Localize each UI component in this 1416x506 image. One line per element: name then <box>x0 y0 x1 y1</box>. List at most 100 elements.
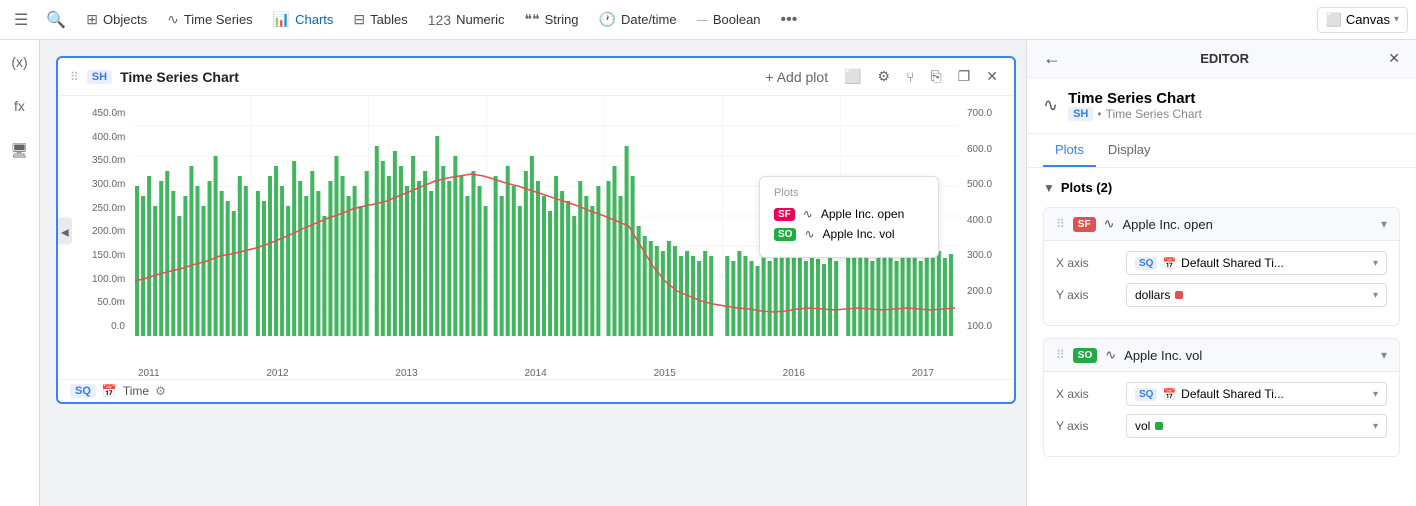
y-right-label-6: 100.0 <box>967 321 1006 332</box>
plot-open-xaxis-dropdown[interactable]: ▾ <box>1373 258 1378 269</box>
x-label-2011: 2011 <box>138 368 160 379</box>
tables-icon: ⊟ <box>353 11 365 28</box>
sidebar-display-icon[interactable]: 🖥 <box>5 136 35 165</box>
plot-vol-line-icon: ∿ <box>1105 347 1116 363</box>
y-left-label-5: 200.0m <box>92 226 125 237</box>
y-left-label-9: 0.0 <box>92 321 125 332</box>
layout-icon[interactable]: ⬜ <box>840 66 865 87</box>
plot-open-xaxis-row: X axis SQ 📅 Default Shared Ti... ▾ <box>1056 251 1387 275</box>
main-content: (x) fx 🖥 ⠿ SH Time Series Chart + Add pl… <box>0 40 1416 506</box>
canvas-dropdown[interactable]: ⬜ Canvas ▾ <box>1317 7 1408 33</box>
plot-open-sq-badge: SQ <box>1135 257 1157 270</box>
tab-display[interactable]: Display <box>1096 134 1163 167</box>
nav-numeric[interactable]: 123 Numeric <box>420 8 513 32</box>
nav-boolean[interactable]: ⏤ Boolean <box>689 7 769 32</box>
x-label-2012: 2012 <box>266 368 288 379</box>
sidebar-variables-icon[interactable]: (x) <box>5 48 33 76</box>
plot-open-calendar-icon: 📅 <box>1162 257 1176 270</box>
plot-vol-xaxis-dropdown[interactable]: ▾ <box>1373 389 1378 400</box>
sidebar-function-icon[interactable]: fx <box>8 92 31 120</box>
plot-vol-yaxis-value[interactable]: vol ▾ <box>1126 414 1387 438</box>
y-right-label-3: 400.0 <box>967 215 1006 226</box>
plot-open-yaxis-value[interactable]: dollars ▾ <box>1126 283 1387 307</box>
chart-title: Time Series Chart <box>120 69 239 85</box>
x-label-2015: 2015 <box>654 368 676 379</box>
plot-open-yaxis-label: Y axis <box>1056 288 1126 302</box>
plot-card-open-header: ⠿ SF ∿ Apple Inc. open ▾ <box>1044 208 1399 241</box>
y-left-label-4: 250.0m <box>92 203 125 214</box>
y-left-label-2: 350.0m <box>92 155 125 166</box>
plot-open-xaxis-text: Default Shared Ti... <box>1181 256 1284 270</box>
plot-vol-yaxis-row: Y axis vol ▾ <box>1056 414 1387 438</box>
plot-open-name: Apple Inc. open <box>1122 217 1212 232</box>
layers-icon[interactable]: ❐ <box>954 66 975 87</box>
boolean-icon: ⏤ <box>697 11 708 28</box>
nav-datetime[interactable]: 🕐 Date/time <box>591 7 685 32</box>
plot-open-expand-icon[interactable]: ▾ <box>1381 217 1387 231</box>
chart-body: vol 450.0m 400.0m 350.0m 300.0m 250.0m 2… <box>58 96 1014 366</box>
nav-objects[interactable]: ⊞ Objects <box>78 7 155 32</box>
section-chevron-icon: ▼ <box>1043 181 1055 195</box>
y-axis-right: 700.0 600.0 500.0 400.0 300.0 200.0 100.… <box>959 96 1014 366</box>
plot-vol-drag-handle[interactable]: ⠿ <box>1056 348 1065 362</box>
plot-open-yaxis-dropdown[interactable]: ▾ <box>1373 290 1378 301</box>
add-plot-button[interactable]: + Add plot <box>761 67 832 87</box>
drag-handle-icon[interactable]: ⠿ <box>70 70 79 84</box>
copy-icon[interactable]: ⎘ <box>927 66 946 87</box>
collapse-left-button[interactable]: ◀ <box>58 218 72 245</box>
plot-so-badge: SO <box>1073 348 1097 363</box>
right-panel: ← EDITOR ✕ ∿ Time Series Chart SH • Time… <box>1026 40 1416 506</box>
plots-section-header[interactable]: ▼ Plots (2) <box>1043 180 1400 195</box>
string-icon: ❝❝ <box>525 11 540 28</box>
panel-chart-title: Time Series Chart <box>1068 90 1202 107</box>
plot-open-color-dot <box>1175 291 1183 299</box>
nav-charts[interactable]: 📊 Charts <box>265 7 342 32</box>
plot-vol-xaxis-row: X axis SQ 📅 Default Shared Ti... ▾ <box>1056 382 1387 406</box>
timeseries-icon: ∿ <box>167 11 179 28</box>
plot-vol-expand-icon[interactable]: ▾ <box>1381 348 1387 362</box>
panel-tabs: Plots Display <box>1027 134 1416 168</box>
chart-area[interactable]: Plots SF ∿ Apple Inc. open SO ∿ Apple In… <box>133 96 959 366</box>
plots-section-title: Plots (2) <box>1061 180 1112 195</box>
plot-vol-sq-badge: SQ <box>1135 388 1157 401</box>
nav-string[interactable]: ❝❝ String <box>517 7 587 32</box>
nav-tables[interactable]: ⊟ Tables <box>345 7 415 32</box>
nav-more[interactable]: ••• <box>773 7 806 33</box>
close-chart-icon[interactable]: ✕ <box>982 66 1002 87</box>
plot-vol-yaxis-dropdown[interactable]: ▾ <box>1373 421 1378 432</box>
bottom-settings-icon[interactable]: ⚙ <box>155 384 166 398</box>
legend-open-label: Apple Inc. open <box>821 207 904 221</box>
panel-sh-badge: SH <box>1068 107 1093 121</box>
y-right-label-4: 300.0 <box>967 250 1006 261</box>
chart-sh-badge: SH <box>87 70 112 84</box>
plot-card-vol: ⠿ SO ∿ Apple Inc. vol ▾ X axis SQ 📅 Defa… <box>1043 338 1400 457</box>
panel-close-button[interactable]: ✕ <box>1388 50 1400 67</box>
plot-vol-calendar-icon: 📅 <box>1162 388 1176 401</box>
panel-subtitle: Time Series Chart <box>1106 107 1202 121</box>
y-right-label-2: 500.0 <box>967 179 1006 190</box>
editor-title: EDITOR <box>1061 51 1388 66</box>
settings-icon[interactable]: ⚙ <box>874 66 895 87</box>
hamburger-icon[interactable]: ☰ <box>8 6 34 34</box>
legend-vol-line-icon: ∿ <box>804 227 814 241</box>
tab-plots[interactable]: Plots <box>1043 134 1096 167</box>
panel-back-button[interactable]: ← <box>1043 48 1061 69</box>
legend-open-line-icon: ∿ <box>803 207 813 221</box>
panel-chart-icon: ∿ <box>1043 95 1058 116</box>
workspace: ⠿ SH Time Series Chart + Add plot ⬜ ⚙ ⑂ … <box>40 40 1026 506</box>
legend-item-open: SF ∿ Apple Inc. open <box>774 207 924 221</box>
y-right-label-1: 600.0 <box>967 144 1006 155</box>
panel-body: ▼ Plots (2) ⠿ SF ∿ Apple Inc. open ▾ X a… <box>1027 168 1416 506</box>
branch-icon[interactable]: ⑂ <box>902 67 918 87</box>
legend-sf-badge: SF <box>774 208 795 221</box>
nav-timeseries[interactable]: ∿ Time Series <box>159 7 261 32</box>
y-left-label-6: 150.0m <box>92 250 125 261</box>
datetime-icon: 🕐 <box>599 11 616 28</box>
search-icon[interactable]: 🔍 <box>38 6 74 34</box>
plot-open-xaxis-value[interactable]: SQ 📅 Default Shared Ti... ▾ <box>1126 251 1387 275</box>
charts-icon: 📊 <box>273 11 290 28</box>
y-left-label-1: 400.0m <box>92 132 125 143</box>
chart-header-actions: + Add plot ⬜ ⚙ ⑂ ⎘ ❐ ✕ <box>761 66 1002 87</box>
plot-open-drag-handle[interactable]: ⠿ <box>1056 217 1065 231</box>
plot-vol-xaxis-value[interactable]: SQ 📅 Default Shared Ti... ▾ <box>1126 382 1387 406</box>
